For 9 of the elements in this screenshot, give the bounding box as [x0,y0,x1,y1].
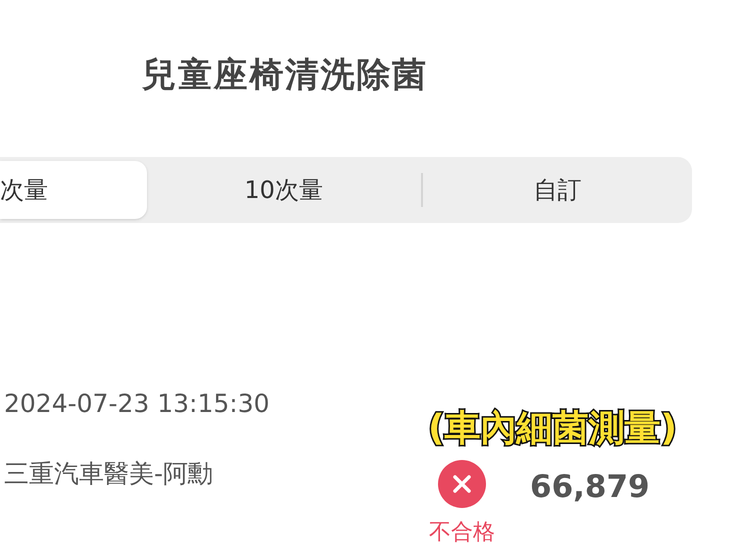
location-name: 三重汽車醫美-阿勳 [4,458,214,490]
segment-tab[interactable]: 自訂 [422,161,692,219]
page-title: 兒童座椅清洗除菌 [142,54,428,97]
bacteria-count: 66,879 [530,468,650,507]
video-caption: (車內細菌測量) [428,407,677,451]
segment-tab[interactable]: 10次量 [146,161,421,219]
result-label: 不合格 [429,519,495,547]
segment-tab[interactable]: 次量 [0,161,147,219]
timestamp: 2024-07-23 13:15:30 [4,388,270,420]
